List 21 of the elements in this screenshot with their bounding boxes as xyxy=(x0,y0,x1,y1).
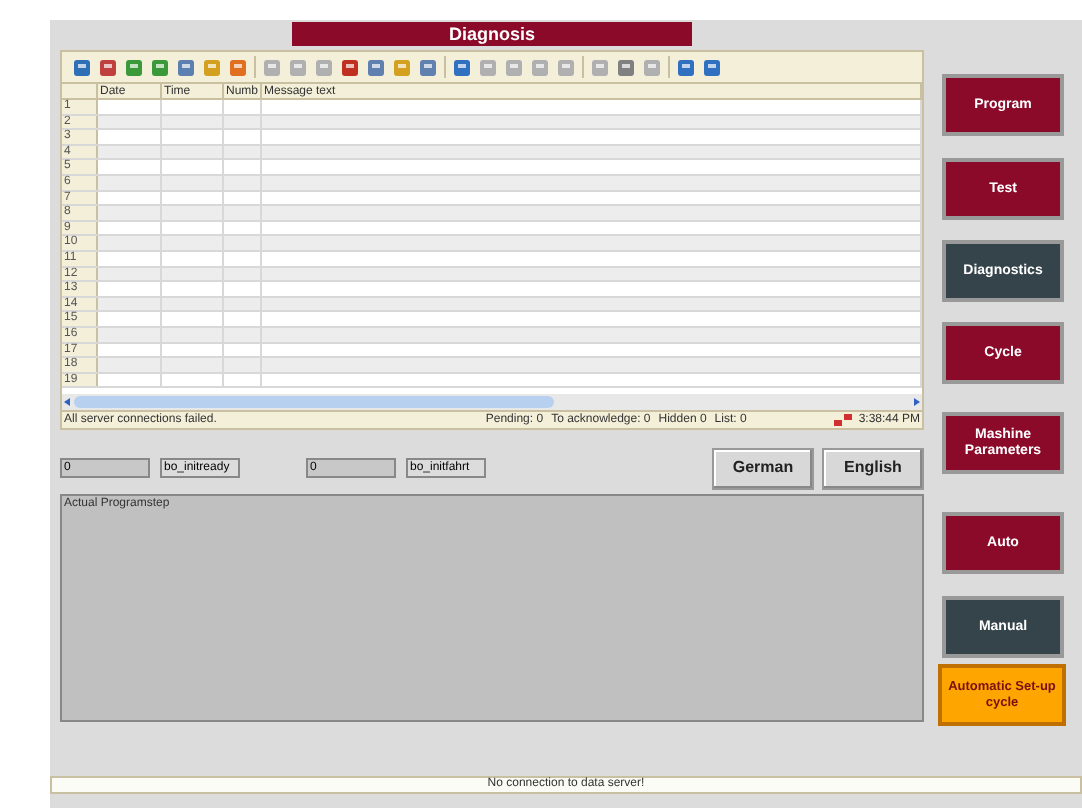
toolbar-icon[interactable] xyxy=(616,57,636,77)
window-title: Diagnosis xyxy=(292,22,692,46)
toolbar-icon[interactable] xyxy=(72,57,92,77)
toolbar-icon[interactable] xyxy=(176,57,196,77)
horizontal-scrollbar[interactable] xyxy=(62,394,922,411)
toolbar-icon[interactable] xyxy=(98,57,118,77)
language-button[interactable]: English xyxy=(822,447,924,490)
toolbar-icon[interactable] xyxy=(392,57,412,77)
toolbar-icon[interactable] xyxy=(150,57,170,77)
scroll-right-icon[interactable] xyxy=(910,396,922,409)
toolbar-icon[interactable] xyxy=(676,57,696,77)
toolbar-icon[interactable] xyxy=(202,57,222,77)
toolbar-icon[interactable] xyxy=(124,57,144,77)
toolbar-icon[interactable] xyxy=(228,57,248,77)
disconnected-icon xyxy=(834,413,853,428)
toolbar-icon[interactable] xyxy=(702,57,722,77)
toolbar-icon[interactable] xyxy=(366,57,386,77)
language-button[interactable]: German xyxy=(712,447,814,490)
toolbar-icon[interactable] xyxy=(452,57,472,77)
toolbar-icon[interactable] xyxy=(418,57,438,77)
toolbar-icon[interactable] xyxy=(340,57,360,77)
